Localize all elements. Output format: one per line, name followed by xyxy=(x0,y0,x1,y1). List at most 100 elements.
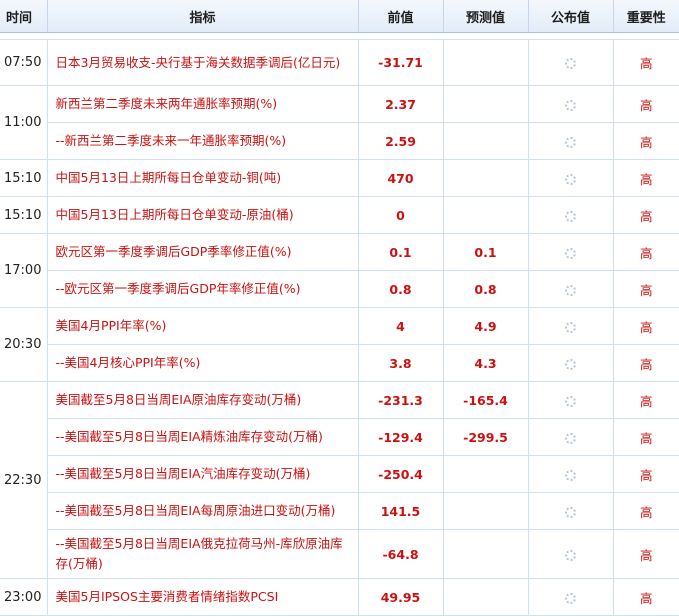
actual-cell xyxy=(528,85,614,123)
table-row: 23:00 美国5月IPSOS主要消费者情绪指数PCSI 49.95 高 xyxy=(0,578,679,616)
indicator-cell[interactable]: 中国5月13日上期所每日仓单变动-铜(吨) xyxy=(47,159,359,197)
actual-cell xyxy=(528,344,614,382)
previous-value: 4 xyxy=(358,307,444,345)
indicator-cell[interactable]: --美国截至5月8日当周EIA汽油库存变动(万桶) xyxy=(47,455,359,493)
time-cell: 11:00 xyxy=(0,85,48,160)
importance-value: 高 xyxy=(613,196,679,234)
importance-value: 高 xyxy=(613,529,679,579)
actual-cell xyxy=(528,381,614,419)
forecast-value xyxy=(443,159,529,197)
indicator-cell[interactable]: 美国4月PPI年率(%) xyxy=(47,307,359,345)
indicator-cell[interactable]: 美国截至5月8日当周EIA原油库存变动(万桶) xyxy=(47,381,359,419)
actual-cell xyxy=(528,122,614,160)
forecast-value: 0.1 xyxy=(443,233,529,271)
forecast-value xyxy=(443,455,529,493)
table-row: 11:00 新西兰第二季度未来两年通胀率预期(%) 2.37 高 xyxy=(0,85,679,160)
indicator-cell[interactable]: 美国5月IPSOS主要消费者情绪指数PCSI xyxy=(47,578,359,616)
table-row: --美国截至5月8日当周EIA俄克拉荷马州-库欣原油库存(万桶) -64.8 高 xyxy=(0,529,679,579)
indicator-cell[interactable]: --新西兰第二季度未来一年通胀率预期(%) xyxy=(47,122,359,160)
time-cell: 20:30 xyxy=(0,307,48,382)
actual-cell xyxy=(528,159,614,197)
loading-spinner-icon xyxy=(565,247,576,259)
actual-cell xyxy=(528,196,614,234)
table-row: --美国4月核心PPI年率(%) 3.8 4.3 高 xyxy=(0,344,679,382)
actual-cell xyxy=(528,39,614,86)
loading-spinner-icon xyxy=(565,99,576,111)
time-cell: 23:00 xyxy=(0,578,48,616)
table-header-row: 时间 指标 前值 预测值 公布值 重要性 xyxy=(0,0,679,33)
loading-spinner-icon xyxy=(565,210,576,222)
loading-spinner-icon xyxy=(565,549,576,561)
indicator-cell[interactable]: --美国截至5月8日当周EIA每周原油进口变动(万桶) xyxy=(47,492,359,530)
time-cell: 22:30 xyxy=(0,381,48,579)
header-indicator: 指标 xyxy=(47,0,359,33)
importance-value: 高 xyxy=(613,307,679,345)
indicator-cell[interactable]: --美国4月核心PPI年率(%) xyxy=(47,344,359,382)
header-time: 时间 xyxy=(0,0,48,33)
table-row: --美国截至5月8日当周EIA精炼油库存变动(万桶) -129.4 -299.5… xyxy=(0,418,679,456)
importance-value: 高 xyxy=(613,492,679,530)
economic-calendar-table: 时间 指标 前值 预测值 公布值 重要性 07:50 日本3月贸易收支-央行基于… xyxy=(0,0,679,616)
time-cell: 15:10 xyxy=(0,196,48,234)
previous-value: 2.59 xyxy=(358,122,444,160)
actual-cell xyxy=(528,270,614,308)
previous-value: 0 xyxy=(358,196,444,234)
loading-spinner-icon xyxy=(565,395,576,407)
loading-spinner-icon xyxy=(565,469,576,481)
forecast-value xyxy=(443,39,529,86)
indicator-cell[interactable]: 欧元区第一季度季调后GDP季率修正值(%) xyxy=(47,233,359,271)
indicator-cell[interactable]: 中国5月13日上期所每日仓单变动-原油(桶) xyxy=(47,196,359,234)
header-importance: 重要性 xyxy=(613,0,679,33)
importance-value: 高 xyxy=(613,381,679,419)
header-actual: 公布值 xyxy=(528,0,614,33)
header-gap xyxy=(0,32,679,40)
forecast-value xyxy=(443,122,529,160)
header-forecast: 预测值 xyxy=(443,0,529,33)
importance-value: 高 xyxy=(613,578,679,616)
table-row: --美国截至5月8日当周EIA每周原油进口变动(万桶) 141.5 高 xyxy=(0,492,679,530)
previous-value: -231.3 xyxy=(358,381,444,419)
table-row: --欧元区第一季度季调后GDP年率修正值(%) 0.8 0.8 高 xyxy=(0,270,679,308)
previous-value: 0.8 xyxy=(358,270,444,308)
actual-cell xyxy=(528,455,614,493)
importance-value: 高 xyxy=(613,270,679,308)
previous-value: 0.1 xyxy=(358,233,444,271)
loading-spinner-icon xyxy=(565,284,576,296)
indicator-cell[interactable]: 新西兰第二季度未来两年通胀率预期(%) xyxy=(47,85,359,123)
indicator-cell[interactable]: --美国截至5月8日当周EIA俄克拉荷马州-库欣原油库存(万桶) xyxy=(47,529,359,579)
indicator-cell[interactable]: --欧元区第一季度季调后GDP年率修正值(%) xyxy=(47,270,359,308)
table-row: 15:10 中国5月13日上期所每日仓单变动-原油(桶) 0 高 xyxy=(0,196,679,234)
indicator-cell[interactable]: 日本3月贸易收支-央行基于海关数据季调后(亿日元) xyxy=(47,39,359,86)
loading-spinner-icon xyxy=(565,506,576,518)
importance-value: 高 xyxy=(613,85,679,123)
forecast-value: 4.9 xyxy=(443,307,529,345)
forecast-value: -299.5 xyxy=(443,418,529,456)
previous-value: 2.37 xyxy=(358,85,444,123)
actual-cell xyxy=(528,492,614,530)
importance-value: 高 xyxy=(613,122,679,160)
importance-value: 高 xyxy=(613,418,679,456)
header-previous: 前值 xyxy=(358,0,444,33)
previous-value: 3.8 xyxy=(358,344,444,382)
loading-spinner-icon xyxy=(565,58,576,69)
importance-value: 高 xyxy=(613,233,679,271)
forecast-value: -165.4 xyxy=(443,381,529,419)
importance-value: 高 xyxy=(613,455,679,493)
forecast-value xyxy=(443,196,529,234)
table-row: --新西兰第二季度未来一年通胀率预期(%) 2.59 高 xyxy=(0,122,679,160)
table-row: --美国截至5月8日当周EIA汽油库存变动(万桶) -250.4 高 xyxy=(0,455,679,493)
forecast-value xyxy=(443,492,529,530)
importance-value: 高 xyxy=(613,39,679,86)
loading-spinner-icon xyxy=(565,321,576,333)
forecast-value: 0.8 xyxy=(443,270,529,308)
actual-cell xyxy=(528,233,614,271)
forecast-value xyxy=(443,578,529,616)
forecast-value xyxy=(443,529,529,579)
table-row: 20:30 美国4月PPI年率(%) 4 4.9 高 xyxy=(0,307,679,382)
time-cell: 15:10 xyxy=(0,159,48,197)
actual-cell xyxy=(528,418,614,456)
previous-value: -31.71 xyxy=(358,39,444,86)
actual-cell xyxy=(528,578,614,616)
table-row: 22:30 美国截至5月8日当周EIA原油库存变动(万桶) -231.3 -16… xyxy=(0,381,679,579)
indicator-cell[interactable]: --美国截至5月8日当周EIA精炼油库存变动(万桶) xyxy=(47,418,359,456)
